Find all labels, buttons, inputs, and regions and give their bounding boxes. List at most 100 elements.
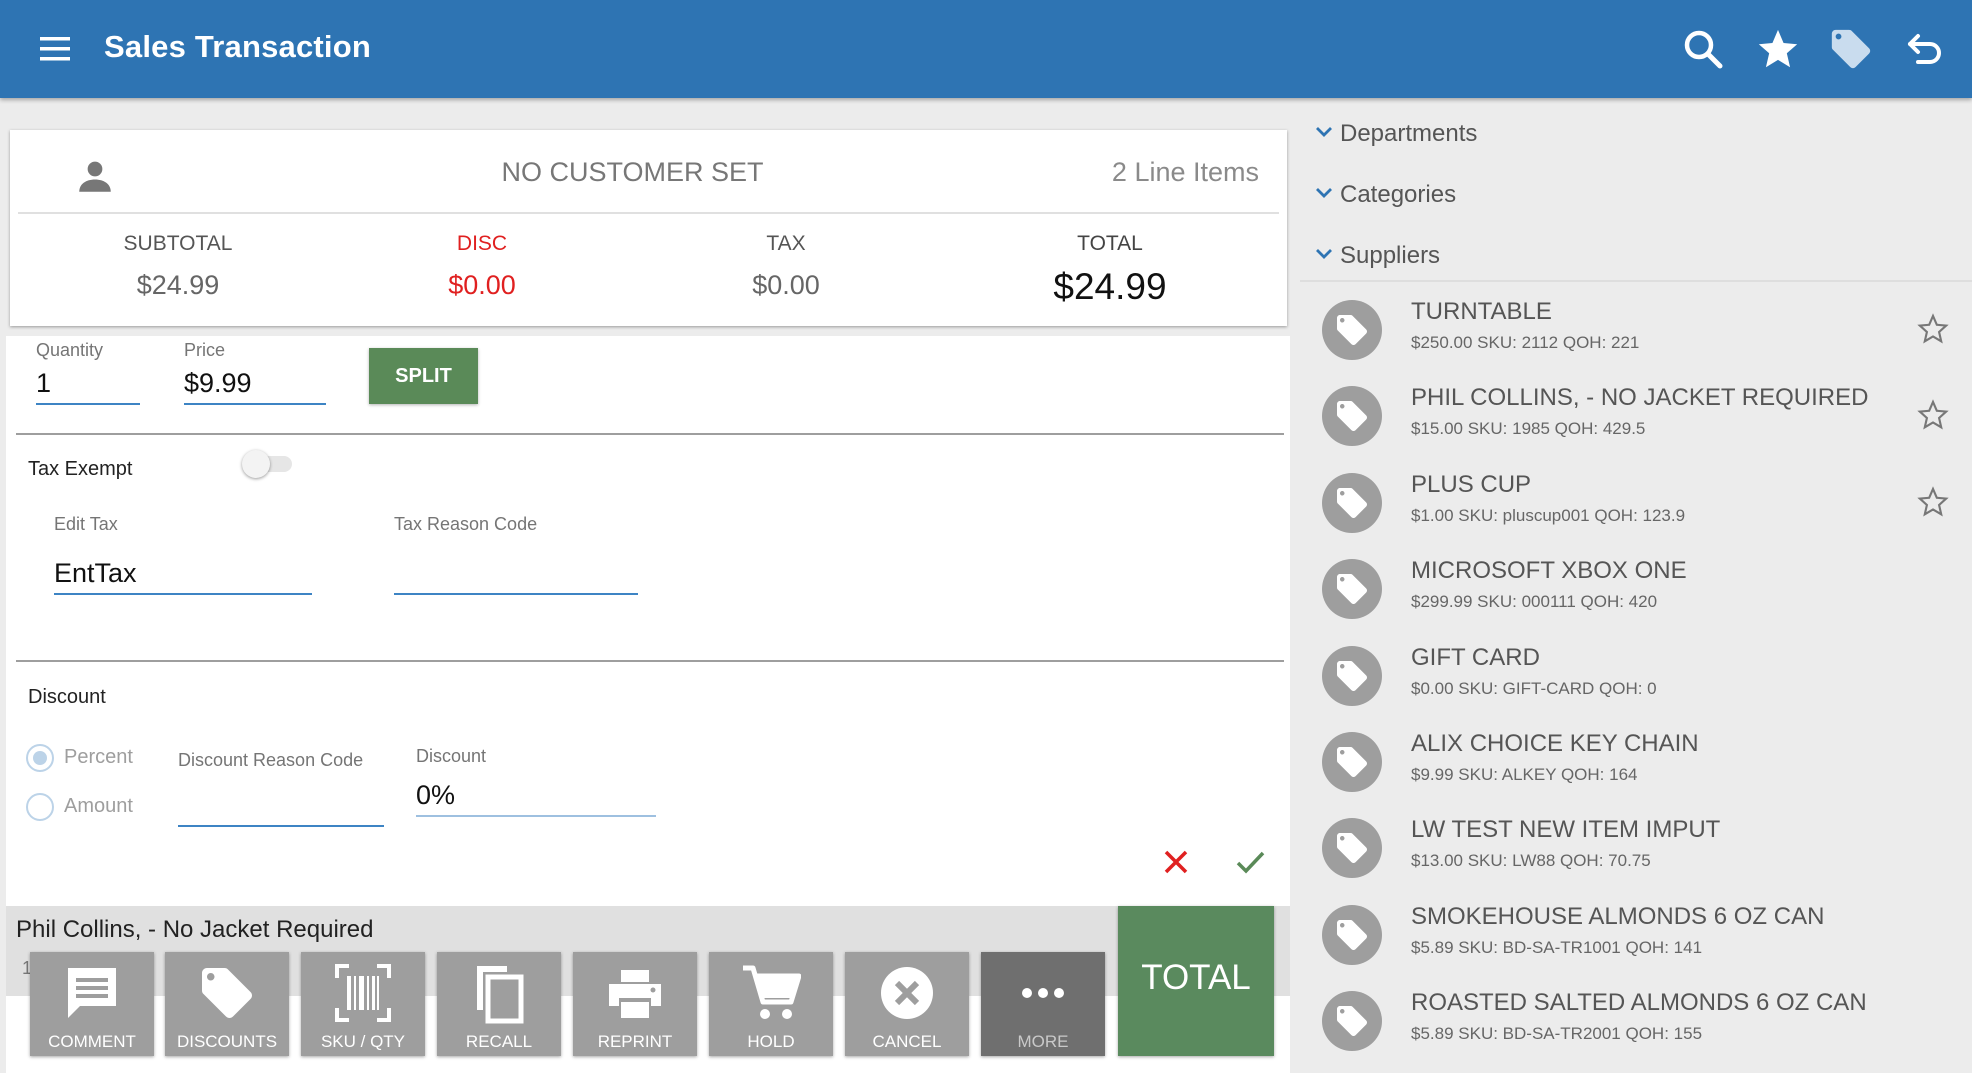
recall-button[interactable]: RECALL <box>437 952 561 1056</box>
disc-label: DISC <box>456 232 508 255</box>
star-outline-icon[interactable] <box>1916 312 1950 346</box>
product-name: PLUS CUP <box>1411 470 1532 498</box>
total-button-label: TOTAL <box>1141 958 1251 997</box>
total-button[interactable]: TOTAL <box>1118 906 1274 1056</box>
star-outline-icon[interactable] <box>1916 485 1950 519</box>
edit-tax-input[interactable] <box>54 558 312 595</box>
nav-departments[interactable]: Departments <box>1300 104 1972 164</box>
cancel-circle-icon <box>881 967 933 1019</box>
star-outline-icon[interactable] <box>1916 398 1950 432</box>
close-icon[interactable] <box>1156 842 1196 882</box>
search-icon[interactable] <box>1680 26 1726 72</box>
amount-label[interactable]: Amount <box>64 795 133 818</box>
hold-label: HOLD <box>747 1032 795 1051</box>
customer-summary-card: NO CUSTOMER SET 2 Line Items SUBTOTAL $2… <box>10 130 1287 326</box>
tax-value: $0.00 <box>752 270 820 300</box>
product-details: $15.00 SKU: 1985 QOH: 429.5 <box>1411 419 1646 439</box>
percent-radio[interactable] <box>26 744 54 772</box>
product-name: TURNTABLE <box>1411 298 1552 325</box>
tag-icon <box>1322 559 1382 620</box>
nav-label: Departments <box>1340 120 1478 147</box>
product-details: $9.99 SKU: ALKEY QOH: 164 <box>1411 765 1638 784</box>
comment-icon <box>68 968 116 1018</box>
product-name: PHIL COLLINS, - NO JACKET REQUIRED <box>1411 384 1869 412</box>
line-item-edit-panel: Quantity Price SPLIT Tax Exempt Edit Tax… <box>6 336 1290 906</box>
product-details: $250.00 SKU: 2112 QOH: 221 <box>1411 333 1640 352</box>
reprint-button[interactable]: REPRINT <box>573 952 697 1056</box>
product-item[interactable]: PLUS CUP $1.00 SKU: pluscup001 QOH: 123.9 <box>1300 459 1972 545</box>
subtotal-label: SUBTOTAL <box>123 232 233 255</box>
check-icon[interactable] <box>1230 842 1270 882</box>
tag-icon <box>1322 991 1382 1052</box>
amount-radio[interactable] <box>26 793 54 821</box>
tax-label: TAX <box>766 232 806 255</box>
price-input[interactable] <box>184 368 326 405</box>
customer-name[interactable]: NO CUSTOMER SET <box>10 157 1255 188</box>
more-button[interactable]: MORE <box>981 952 1105 1056</box>
menu-icon[interactable] <box>38 34 72 64</box>
chevron-down-icon <box>1316 127 1332 137</box>
tag-icon <box>1322 472 1382 533</box>
nav-categories[interactable]: Categories <box>1300 165 1972 225</box>
chevron-down-icon <box>1316 249 1332 259</box>
more-icon <box>1022 988 1064 998</box>
product-item[interactable]: SMOKEHOUSE ALMONDS 6 OZ CAN $5.89 SKU: BD… <box>1300 891 1972 977</box>
sku-qty-button[interactable]: SKU / QTY <box>301 952 425 1056</box>
product-name: ALIX CHOICE KEY CHAIN <box>1411 730 1699 757</box>
undo-icon[interactable] <box>1902 26 1948 72</box>
total-label: TOTAL <box>1077 232 1143 255</box>
nav-suppliers[interactable]: Suppliers <box>1300 226 1972 286</box>
divider <box>18 212 1279 214</box>
transaction-panel: NO CUSTOMER SET 2 Line Items SUBTOTAL $2… <box>0 98 1300 1073</box>
quantity-input[interactable] <box>36 368 140 405</box>
more-label: MORE <box>1017 1032 1069 1051</box>
product-item[interactable]: TURNTABLE $250.00 SKU: 2112 QOH: 221 <box>1300 286 1972 372</box>
reprint-label: REPRINT <box>597 1032 673 1051</box>
product-name: SMOKEHOUSE ALMONDS 6 OZ CAN <box>1411 902 1825 930</box>
product-details: $299.99 SKU: 000111 QOH: 420 <box>1411 592 1658 612</box>
product-item[interactable]: ALIX CHOICE KEY CHAIN $9.99 SKU: ALKEY QO… <box>1300 718 1972 804</box>
product-item[interactable]: ROASTED SALTED ALMONDS 6 OZ CAN $5.89 SKU… <box>1300 977 1972 1063</box>
tax-exempt-label: Tax Exempt <box>28 458 133 480</box>
tax-exempt-toggle[interactable] <box>242 446 298 480</box>
discount-reason-label: Discount Reason Code <box>178 750 364 770</box>
product-item[interactable]: GIFT CARD $0.00 SKU: GIFT-CARD QOH: 0 <box>1300 632 1972 718</box>
comment-label: COMMENT <box>48 1032 136 1051</box>
product-item[interactable]: LW TEST NEW ITEM IMPUT $13.00 SKU: LW88 Q… <box>1300 804 1972 890</box>
product-name: ROASTED SALTED ALMONDS 6 OZ CAN <box>1411 989 1867 1017</box>
product-details: $5.89 SKU: BD-SA-TR2001 QOH: 155 <box>1411 1024 1703 1044</box>
divider <box>1300 280 1972 282</box>
nav-label: Suppliers <box>1340 242 1441 269</box>
app-bar: Sales Transaction <box>0 0 1972 98</box>
comment-button[interactable]: COMMENT <box>30 952 154 1056</box>
product-details: $0.00 SKU: GIFT-CARD QOH: 0 <box>1411 678 1657 698</box>
star-icon[interactable] <box>1755 26 1801 72</box>
current-item-name: Phil Collins, - No Jacket Required <box>16 916 374 943</box>
catalog-sidebar: Departments Categories Suppliers TURNTAB… <box>1300 98 1972 1073</box>
line-items-count[interactable]: 2 Line Items <box>1112 157 1259 188</box>
chevron-down-icon <box>1316 188 1332 198</box>
percent-label[interactable]: Percent <box>64 746 133 769</box>
split-button[interactable]: SPLIT <box>369 348 478 404</box>
tax-reason-input[interactable] <box>394 558 638 595</box>
product-name: MICROSOFT XBOX ONE <box>1411 557 1687 585</box>
hold-button[interactable]: HOLD <box>709 952 833 1056</box>
tag-icon <box>1322 300 1382 360</box>
subtotal-value: $24.99 <box>136 270 220 300</box>
tax-block: TAX $0.00 <box>636 232 936 301</box>
discount-value-input[interactable] <box>416 780 656 817</box>
tag-icon[interactable] <box>1828 26 1874 72</box>
cart-icon <box>743 965 801 1019</box>
recall-label: RECALL <box>465 1032 533 1051</box>
tag-icon <box>1322 904 1382 965</box>
product-name: LW TEST NEW ITEM IMPUT <box>1411 816 1721 844</box>
discount-reason-input[interactable] <box>178 790 384 827</box>
sku-qty-label: SKU / QTY <box>320 1032 406 1051</box>
product-details: $1.00 SKU: pluscup001 QOH: 123.9 <box>1411 505 1686 525</box>
product-item[interactable]: MICROSOFT XBOX ONE $299.99 SKU: 000111 QO… <box>1300 545 1972 631</box>
discounts-button[interactable]: DISCOUNTS <box>165 952 289 1056</box>
tag-icon <box>1322 645 1382 706</box>
cancel-button[interactable]: CANCEL <box>845 952 969 1056</box>
product-item[interactable]: PHIL COLLINS, - NO JACKET REQUIRED $15.00… <box>1300 372 1972 458</box>
divider <box>16 433 1284 435</box>
